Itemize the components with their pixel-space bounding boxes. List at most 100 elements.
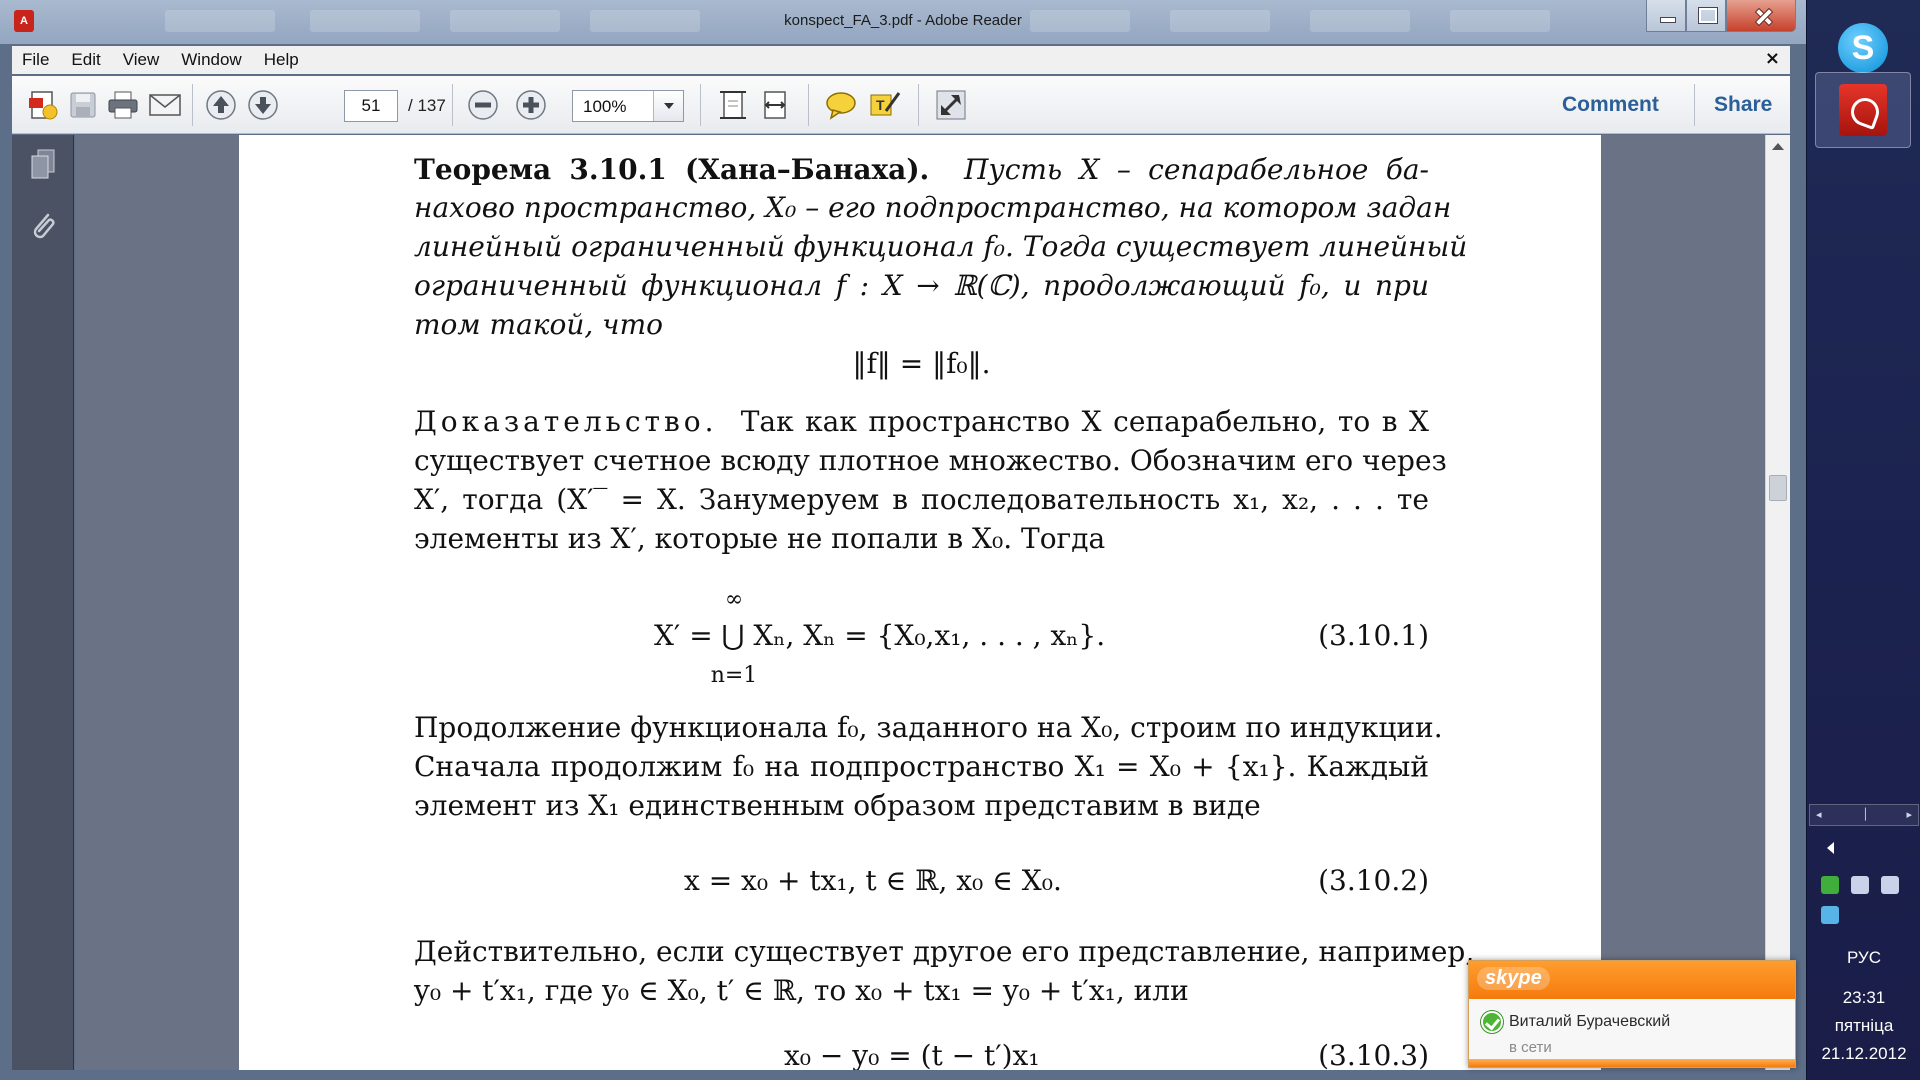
window-title: konspect_FA_3.pdf - Adobe Reader [784, 12, 1022, 29]
para2-line-3: элемент из X₁ единственным образом предс… [414, 789, 1261, 822]
proof-line-2: существует счетное всюду плотное множест… [414, 444, 1447, 477]
zoom-select[interactable]: 100% [572, 90, 684, 122]
fit-page-icon[interactable] [714, 86, 752, 124]
equation-body: X′ = ⋃ Xₙ, Xₙ = {X₀,x₁, . . . , xₙ}. [654, 619, 1106, 652]
scroll-up-icon[interactable] [1772, 143, 1784, 150]
create-pdf-icon[interactable] [24, 86, 62, 124]
close-document-button[interactable]: × [1765, 48, 1780, 69]
email-icon[interactable] [146, 86, 184, 124]
skype-icon: S [1838, 23, 1888, 73]
theorem-text: Пусть X – сепарабельное ба- [964, 153, 1429, 186]
equation-body: x₀ − y₀ = (t − t′)x₁ [784, 1039, 1040, 1070]
adobe-reader-icon [1839, 84, 1887, 136]
menu-view[interactable]: View [123, 50, 160, 70]
online-status-icon [1481, 1011, 1503, 1033]
equation-number: (3.10.3) [1318, 1039, 1429, 1070]
equation-number: (3.10.2) [1318, 864, 1429, 897]
page-total-label: / 137 [408, 96, 446, 115]
page-number-input[interactable]: 51 [344, 90, 398, 122]
proof-label: Доказательство. [414, 405, 718, 438]
menu-file[interactable]: File [22, 50, 49, 70]
theorem-line-4: ограниченный функционал f : X → ℝ(ℂ), пр… [414, 269, 1429, 302]
svg-text:T: T [876, 97, 885, 113]
proof-text: Так как пространство X сепарабельно, то … [740, 405, 1429, 438]
para3-line-1: Действительно, если существует другое ег… [414, 935, 1475, 968]
save-icon[interactable] [64, 86, 102, 124]
equation-body: x = x₀ + tx₁, t ∈ ℝ, x₀ ∈ X₀. [684, 864, 1062, 897]
toolbar-separator [452, 84, 453, 126]
clock-day[interactable]: пятніца [1807, 1016, 1920, 1036]
zoom-in-icon[interactable] [512, 86, 550, 124]
skype-logo: skype [1477, 967, 1550, 990]
input-language[interactable]: РУС [1807, 948, 1920, 968]
clock-date[interactable]: 21.12.2012 [1807, 1044, 1920, 1064]
toolbar-separator [700, 84, 701, 126]
zoom-value: 100% [583, 97, 627, 116]
para2-line-2: Сначала продолжим f₀ на подпространство … [414, 750, 1429, 783]
proof-line-4: элементы из X′, которые не попали в X₀. … [414, 522, 1106, 555]
window-controls [1646, 0, 1796, 32]
vertical-scrollbar[interactable] [1765, 135, 1790, 1070]
norm-equation: ‖f‖ = ‖f₀‖. [852, 347, 991, 380]
title-bar[interactable]: A konspect_FA_3.pdf - Adobe Reader [0, 0, 1806, 44]
menu-help[interactable]: Help [264, 50, 299, 70]
contact-status: в сети [1509, 1039, 1552, 1056]
notification-header: skype [1469, 961, 1795, 999]
proof-line-3: X′, тогда (X′‾ = X. Занумеруем в последо… [414, 483, 1429, 516]
previous-page-icon[interactable] [202, 86, 240, 124]
clock-time[interactable]: 23:31 [1807, 988, 1920, 1008]
print-icon[interactable] [104, 86, 142, 124]
pdf-page: Теорема 3.10.1 (Хана–Банаха). Пусть X – … [239, 135, 1601, 1070]
toolbar-separator [918, 84, 919, 126]
union-lower-limit: n=1 [710, 663, 758, 688]
chevron-left-icon[interactable]: ◂ [1816, 808, 1822, 821]
share-pane-button[interactable]: Share [1714, 93, 1772, 117]
chevron-right-icon[interactable]: ▸ [1906, 808, 1912, 821]
taskbar: S ◂ │ ▸ РУС 23:31 пятніца 21.12.2012 [1806, 0, 1920, 1080]
theorem-line-2: нахово пространство, X₀ – его подпростра… [414, 191, 1452, 224]
tray-app-icon[interactable] [1821, 876, 1839, 894]
action-center-icon[interactable] [1881, 876, 1899, 894]
navigation-pane [12, 135, 74, 1070]
comment-pane-button[interactable]: Comment [1562, 93, 1659, 117]
zoom-out-icon[interactable] [464, 86, 502, 124]
contact-name[interactable]: Виталий Бурачевский [1509, 1013, 1670, 1031]
minimize-button[interactable] [1646, 0, 1686, 32]
equation-number: (3.10.1) [1318, 619, 1429, 652]
chevron-down-icon[interactable] [653, 91, 683, 121]
close-button[interactable] [1726, 0, 1796, 32]
attachments-icon[interactable] [26, 209, 60, 243]
taskbar-adobe-reader-button[interactable] [1815, 72, 1911, 148]
menu-bar: File Edit View Window Help × [12, 46, 1790, 74]
theorem-line-5: том такой, что [414, 308, 664, 341]
scrollbar-thumb[interactable] [1769, 475, 1787, 501]
toolbar: 51 / 137 100% T Comment Share [12, 76, 1790, 134]
taskbar-scroll[interactable]: ◂ │ ▸ [1809, 804, 1919, 826]
menu-window[interactable]: Window [181, 50, 241, 70]
pages-icon[interactable] [26, 147, 60, 181]
adobe-reader-window: A konspect_FA_3.pdf - Adobe Reader File … [0, 0, 1806, 1080]
fit-width-icon[interactable] [756, 86, 794, 124]
highlight-icon[interactable]: T [866, 86, 904, 124]
next-page-icon[interactable] [244, 86, 282, 124]
theorem-line-1: Теорема 3.10.1 (Хана–Банаха). Пусть X – … [414, 153, 1429, 186]
proof-line-1: Доказательство. Так как пространство X с… [414, 405, 1429, 438]
network-icon[interactable] [1851, 876, 1869, 894]
full-screen-icon[interactable] [932, 86, 970, 124]
notification-footer [1469, 1059, 1795, 1067]
scroll-divider: │ [1862, 808, 1869, 821]
document-viewport[interactable]: Теорема 3.10.1 (Хана–Банаха). Пусть X – … [75, 135, 1765, 1070]
union-upper-limit: ∞ [724, 587, 744, 612]
maximize-button[interactable] [1686, 0, 1726, 32]
toolbar-separator [192, 84, 193, 126]
toolbar-separator [808, 84, 809, 126]
show-hidden-icons-button[interactable] [1827, 842, 1834, 854]
menu-edit[interactable]: Edit [71, 50, 100, 70]
theorem-heading: Теорема 3.10.1 (Хана–Банаха). [414, 153, 930, 186]
sticky-note-icon[interactable] [822, 86, 860, 124]
para3-line-2: y₀ + t′x₁, где y₀ ∈ X₀, t′ ∈ ℝ, то x₀ + … [414, 974, 1189, 1007]
skype-notification[interactable]: skype Виталий Бурачевский в сети [1468, 960, 1796, 1068]
toolbar-separator [1694, 84, 1695, 126]
theorem-line-3: линейный ограниченный функционал f₀. Тог… [414, 230, 1468, 263]
dropbox-icon[interactable] [1821, 906, 1839, 924]
